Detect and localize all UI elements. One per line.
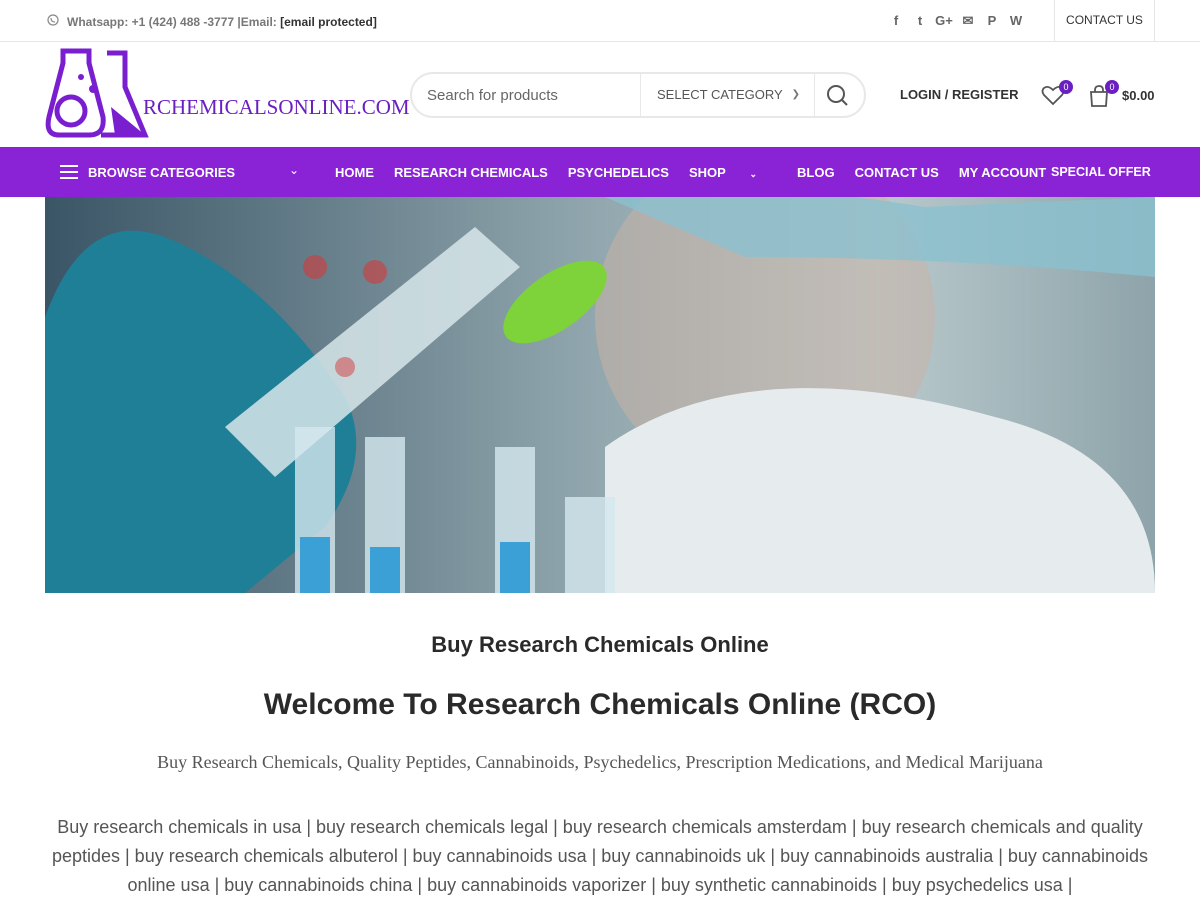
wishlist-button[interactable]: 0 — [1041, 80, 1073, 108]
keyword-paragraph: Buy research chemicals in usa | buy rese… — [51, 817, 1149, 895]
hamburger-icon — [60, 165, 78, 179]
flask-logo-icon — [45, 47, 155, 142]
search-button[interactable] — [812, 74, 864, 116]
header: RCHEMICALSONLINE.COM SELECT CATEGORY ❯ L… — [0, 42, 1200, 147]
cart-button[interactable]: 0 — [1087, 80, 1119, 110]
cart-count-badge: 0 — [1105, 80, 1119, 94]
social-links: f t G+ ✉ P W — [884, 12, 1028, 30]
main-nav: BROWSE CATEGORIES ⌄ HOME RESEARCH CHEMIC… — [0, 147, 1200, 197]
email-icon[interactable]: ✉ — [956, 12, 980, 30]
whatsapp-social-icon[interactable]: W — [1004, 12, 1028, 30]
browse-categories-label: BROWSE CATEGORIES — [88, 165, 236, 180]
page-subheading: Buy Research Chemicals Online — [431, 632, 769, 657]
search-bar: SELECT CATEGORY ❯ — [410, 72, 866, 118]
twitter-icon[interactable]: t — [908, 12, 932, 30]
nav-item-psychedelics[interactable]: PSYCHEDELICS — [568, 165, 669, 180]
pinterest-icon[interactable]: P — [980, 12, 1004, 30]
facebook-icon[interactable]: f — [884, 12, 908, 30]
special-offer-link[interactable]: SPECIAL OFFER — [1051, 165, 1151, 179]
nav-menu: HOME RESEARCH CHEMICALS PSYCHEDELICS SHO… — [335, 165, 1066, 180]
chevron-down-icon: ❯ — [791, 89, 800, 100]
top-bar: Whatsapp: +1 (424) 488 -3777 |Email: [em… — [0, 0, 1200, 42]
nav-item-home[interactable]: HOME — [335, 165, 374, 180]
logo-text: RCHEMICALSONLINE.COM — [143, 95, 410, 119]
whatsapp-icon — [47, 14, 59, 29]
site-logo[interactable]: RCHEMICALSONLINE.COM — [45, 47, 410, 142]
nav-item-shop-label: SHOP — [688, 165, 726, 180]
login-register-link[interactable]: LOGIN / REGISTER — [900, 87, 1018, 102]
whatsapp-text: Whatsapp: +1 (424) 488 -3777 |Email: — [67, 15, 281, 29]
contact-us-link[interactable]: CONTACT US — [1054, 0, 1155, 41]
nav-item-contact-us[interactable]: CONTACT US — [855, 165, 939, 180]
chevron-down-icon: ⌄ — [749, 169, 757, 179]
search-input[interactable] — [427, 84, 627, 106]
email-link[interactable]: [email protected] — [280, 15, 377, 29]
page-title: Welcome To Research Chemicals Online (RC… — [263, 688, 937, 721]
contact-info: Whatsapp: +1 (424) 488 -3777 |Email: [em… — [47, 14, 377, 29]
nav-item-blog[interactable]: BLOG — [797, 165, 835, 180]
wishlist-count-badge: 0 — [1059, 80, 1073, 94]
search-icon — [827, 85, 848, 106]
chevron-down-icon: ⌄ — [289, 163, 300, 177]
category-select[interactable]: SELECT CATEGORY ❯ — [640, 74, 815, 116]
tagline: Buy Research Chemicals, Quality Peptides… — [157, 752, 1043, 772]
google-plus-icon[interactable]: G+ — [932, 12, 956, 30]
nav-item-my-account[interactable]: MY ACCOUNT — [959, 165, 1046, 180]
nav-item-shop[interactable]: SHOP ⌄ — [689, 165, 777, 180]
cart-total[interactable]: $0.00 — [1122, 88, 1155, 103]
category-select-label: SELECT CATEGORY — [657, 87, 783, 102]
nav-item-research-chemicals[interactable]: RESEARCH CHEMICALS — [394, 165, 548, 180]
browse-categories-button[interactable]: BROWSE CATEGORIES ⌄ — [45, 147, 315, 197]
hero-banner-image — [45, 197, 1155, 593]
